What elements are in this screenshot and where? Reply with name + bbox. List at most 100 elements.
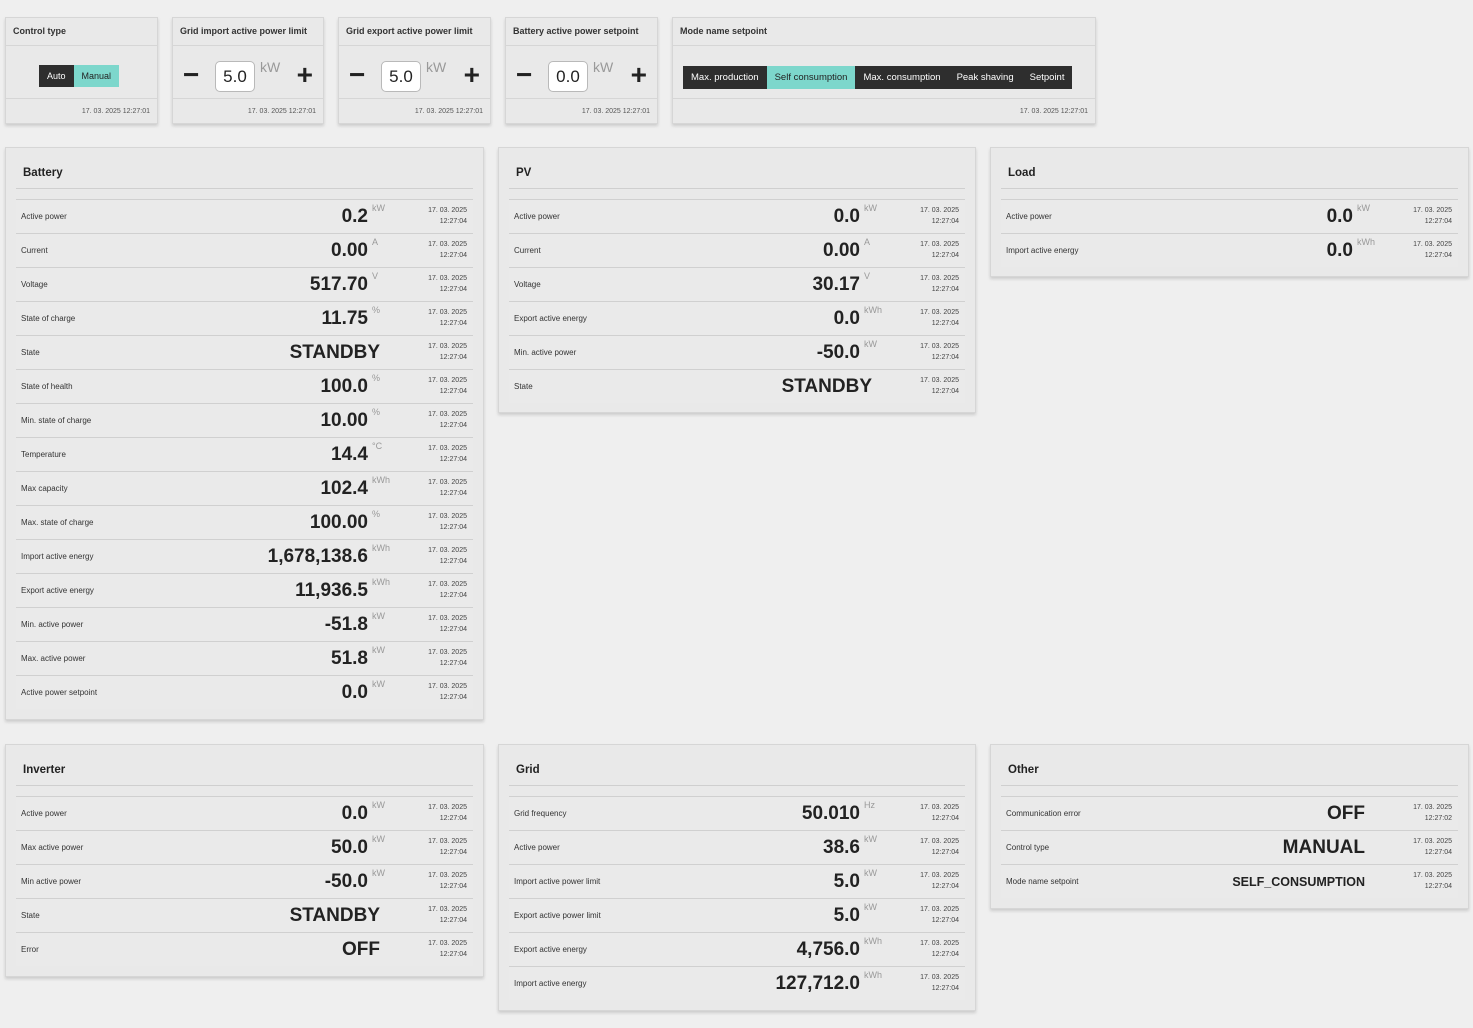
row-timestamp: 17. 03. 2025 12:27:04 xyxy=(1413,239,1452,261)
row-timestamp: 17. 03. 2025 12:27:04 xyxy=(428,904,467,926)
row-unit: kW xyxy=(372,834,385,844)
data-row: State STANDBY 17. 03. 2025 12:27:04 xyxy=(16,335,473,369)
row-time: 12:27:04 xyxy=(439,558,467,565)
row-time: 12:27:04 xyxy=(931,849,959,856)
row-date: 17. 03. 2025 xyxy=(1413,872,1452,879)
row-timestamp: 17. 03. 2025 12:27:04 xyxy=(1413,870,1452,892)
row-date: 17. 03. 2025 xyxy=(1413,838,1452,845)
row-value: 0.0 xyxy=(341,803,368,824)
row-timestamp: 17. 03. 2025 12:27:04 xyxy=(428,239,467,261)
row-timestamp: 17. 03. 2025 12:27:04 xyxy=(428,681,467,703)
pv-rows: Active power 0.0 kW 17. 03. 2025 12:27:04 Cur… xyxy=(509,199,965,403)
row-timestamp: 17. 03. 2025 12:27:04 xyxy=(920,904,959,926)
row-timestamp: 17. 03. 2025 12:27:04 xyxy=(428,307,467,329)
row-date: 17. 03. 2025 xyxy=(920,872,959,879)
row-label: State of health xyxy=(21,382,73,391)
plus-icon[interactable]: + xyxy=(464,61,480,89)
control-type-auto-button[interactable]: Auto xyxy=(39,65,74,87)
control-type-manual-button[interactable]: Manual xyxy=(73,65,120,87)
battery-setpoint-value-input[interactable]: 0.0 xyxy=(548,61,588,92)
control-type-toggle: Auto Manual xyxy=(39,65,120,87)
load-panel: Load Active power 0.0 kW 17. 03. 2025 12:27:0… xyxy=(990,147,1469,277)
grid-import-limit-title: Grid import active power limit xyxy=(173,18,323,46)
row-timestamp: 17. 03. 2025 12:27:02 xyxy=(1413,802,1452,824)
row-timestamp: 17. 03. 2025 12:27:04 xyxy=(428,341,467,363)
minus-icon[interactable]: − xyxy=(183,61,199,89)
row-timestamp: 17. 03. 2025 12:27:04 xyxy=(920,802,959,824)
battery-panel: Battery Active power 0.2 kW 17. 03. 2025 12:2… xyxy=(5,147,484,720)
mode-setpoint-button[interactable]: Setpoint xyxy=(1021,66,1073,89)
row-value: 0.2 xyxy=(341,206,368,227)
control-type-title: Control type xyxy=(6,18,157,46)
row-label: Max. state of charge xyxy=(21,518,94,527)
row-date: 17. 03. 2025 xyxy=(920,241,959,248)
row-timestamp: 17. 03. 2025 12:27:04 xyxy=(920,972,959,994)
mode-max-production-button[interactable]: Max. production xyxy=(683,66,767,89)
grid-export-limit-title: Grid export active power limit xyxy=(339,18,490,46)
row-timestamp: 17. 03. 2025 12:27:04 xyxy=(920,341,959,363)
row-label: State of charge xyxy=(21,314,76,323)
row-date: 17. 03. 2025 xyxy=(428,804,467,811)
grid-export-value-input[interactable]: 5.0 xyxy=(381,61,421,92)
row-time: 12:27:04 xyxy=(931,815,959,822)
row-label: Export active energy xyxy=(21,586,94,595)
row-label: Active power xyxy=(21,809,67,818)
row-value: STANDBY xyxy=(289,342,380,363)
data-row: Export active energy 0.0 kWh 17. 03. 2025 12… xyxy=(509,301,965,335)
grid-import-value-input[interactable]: 5.0 xyxy=(215,61,255,92)
row-label: Active power xyxy=(21,212,67,221)
row-value: 11,936.5 xyxy=(295,580,368,601)
row-value: 51.8 xyxy=(331,648,368,669)
plus-icon[interactable]: + xyxy=(631,61,647,89)
data-row: Max. state of charge 100.00% 17. 03. 2025 1… xyxy=(16,505,473,539)
mode-max-consumption-button[interactable]: Max. consumption xyxy=(855,66,949,89)
inverter-rows: Active power 0.0 kW 17. 03. 2025 12:27:04 Max… xyxy=(16,796,473,966)
row-timestamp: 17. 03. 2025 12:27:04 xyxy=(428,938,467,960)
row-value: -50.0 xyxy=(816,342,860,363)
row-date: 17. 03. 2025 xyxy=(920,309,959,316)
mode-setpoint-title: Mode name setpoint xyxy=(673,18,1095,46)
row-date: 17. 03. 2025 xyxy=(920,804,959,811)
row-value: -51.8 xyxy=(324,614,368,635)
other-panel: Other Communication error OFF 17. 03. 2025 1… xyxy=(990,744,1469,909)
row-unit: kW xyxy=(372,800,385,810)
row-time: 12:27:04 xyxy=(1424,883,1452,890)
data-row: Active power 0.2 kW 17. 03. 2025 12:27:04 xyxy=(16,199,473,233)
row-timestamp: 17. 03. 2025 12:27:04 xyxy=(428,511,467,533)
row-date: 17. 03. 2025 xyxy=(428,309,467,316)
row-value: 0.0 xyxy=(341,682,368,703)
data-row: Communication error OFF 17. 03. 2025 12:27:… xyxy=(1001,796,1458,830)
row-time: 12:27:04 xyxy=(439,849,467,856)
row-date: 17. 03. 2025 xyxy=(920,906,959,913)
data-row: State of health 100.0% 17. 03. 2025 12:27:0… xyxy=(16,369,473,403)
row-unit: kW xyxy=(864,834,877,844)
row-label: Error xyxy=(21,945,39,954)
row-date: 17. 03. 2025 xyxy=(920,974,959,981)
row-value: 1,678,138.6 xyxy=(267,546,368,567)
plus-icon[interactable]: + xyxy=(297,61,313,89)
row-date: 17. 03. 2025 xyxy=(428,411,467,418)
row-unit: kWh xyxy=(372,475,390,485)
row-unit: A xyxy=(864,237,871,247)
minus-icon[interactable]: − xyxy=(349,61,365,89)
row-date: 17. 03. 2025 xyxy=(428,377,467,384)
row-value: 100.0 xyxy=(320,376,368,397)
row-value: 127,712.0 xyxy=(775,973,860,994)
row-unit: °C xyxy=(372,441,383,451)
mode-self-consumption-button[interactable]: Self consumption xyxy=(766,66,856,89)
row-time: 12:27:04 xyxy=(439,524,467,531)
row-time: 12:27:04 xyxy=(1424,252,1452,259)
row-label: State xyxy=(21,911,40,920)
row-date: 17. 03. 2025 xyxy=(428,479,467,486)
mode-peak-shaving-button[interactable]: Peak shaving xyxy=(948,66,1022,89)
row-value: STANDBY xyxy=(289,905,380,926)
minus-icon[interactable]: − xyxy=(516,61,532,89)
row-date: 17. 03. 2025 xyxy=(1413,804,1452,811)
row-date: 17. 03. 2025 xyxy=(428,683,467,690)
row-date: 17. 03. 2025 xyxy=(920,207,959,214)
row-label: Control type xyxy=(1006,843,1050,852)
row-date: 17. 03. 2025 xyxy=(428,547,467,554)
data-row: Grid frequency 50.010 Hz 17. 03. 2025 12:27:… xyxy=(509,796,965,830)
row-time: 12:27:04 xyxy=(439,951,467,958)
row-timestamp: 17. 03. 2025 12:27:04 xyxy=(1413,836,1452,858)
